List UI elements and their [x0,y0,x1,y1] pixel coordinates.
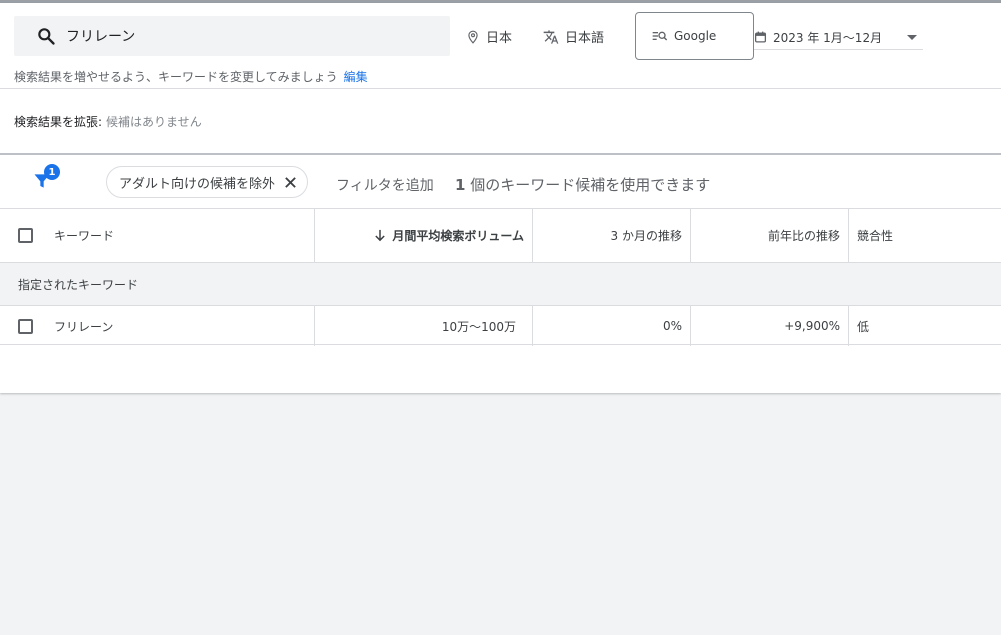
row-three-month: 0% [662,319,682,333]
translate-icon [543,29,559,44]
filter-chip-label: アダルト向けの候補を除外 [119,176,276,192]
divider [0,88,1001,89]
calendar-icon [754,31,767,43]
refine-hint: 検索結果を増やせるよう、キーワードを変更してみましょう 編集 [14,68,368,85]
filter-count-badge: 1 [44,164,60,180]
keyword-planner-panel: フリレーン 日本 日本語 Google 2023 年 1月～12月 検索結果を増… [0,3,1001,393]
expand-label: 検索結果を拡張: [14,115,103,129]
header-yoy[interactable]: 前年比の推移 [698,209,840,262]
row-checkbox[interactable] [18,318,33,334]
date-range-label: 2023 年 1月～12月 [773,30,883,45]
header-three-month[interactable]: 3 か月の推移 [540,209,682,262]
keyword-count-summary: 1 個のキーワード候補を使用できます [455,174,710,195]
table-header-row: キーワード 月間平均検索ボリューム 3 か月の推移 前年比の推移 競合性 [0,208,1001,262]
search-network-icon [652,31,668,41]
filter-bar: 1 アダルト向けの候補を除外 フィルタを追加 1 個のキーワード候補を使用できま… [0,155,1001,209]
hint-text: 検索結果を増やせるよう、キーワードを変更してみましょう [14,70,338,84]
header-volume[interactable]: 月間平均検索ボリューム [320,209,524,262]
expand-value: 候補はありません [106,115,202,129]
keyword-search-box[interactable]: フリレーン [14,16,450,56]
add-filter-button[interactable]: フィルタを追加 [336,175,434,195]
date-range-select[interactable]: 2023 年 1月～12月 [754,25,923,50]
search-input[interactable]: フリレーン [66,26,135,46]
row-competition: 低 [857,319,870,334]
keyword-count: 1 [455,176,466,194]
table-bottom-border [0,344,1001,345]
search-icon [38,28,55,45]
arrow-down-icon [375,229,386,242]
location-label: 日本 [486,31,513,46]
chevron-down-icon [907,35,917,40]
location-pin-icon [468,30,478,44]
row-volume: 10万～100万 [441,319,516,334]
edit-link[interactable]: 編集 [344,70,368,84]
language-label: 日本語 [565,31,605,46]
select-all-checkbox[interactable] [18,228,33,243]
header-competition[interactable]: 競合性 [857,209,997,262]
search-network-button[interactable]: Google [635,12,754,60]
location-button[interactable]: 日本 [466,27,512,46]
expand-results: 検索結果を拡張: 候補はありません [14,113,202,130]
group-label: 指定されたキーワード [18,277,139,292]
header-volume-label: 月間平均検索ボリューム [392,229,524,243]
filter-chip-adult[interactable]: アダルト向けの候補を除外 [106,166,308,198]
row-yoy: +9,900% [784,319,840,333]
close-icon[interactable] [284,176,297,189]
row-keyword: フリレーン [54,319,114,334]
table-row: フリレーン 10万～100万 0% +9,900% 低 [0,305,1001,346]
group-row: 指定されたキーワード [0,262,1001,305]
language-button[interactable]: 日本語 [543,27,604,46]
keyword-count-text: 個のキーワード候補を使用できます [470,176,711,194]
network-label: Google [674,29,717,43]
header-keyword[interactable]: キーワード [54,209,304,262]
